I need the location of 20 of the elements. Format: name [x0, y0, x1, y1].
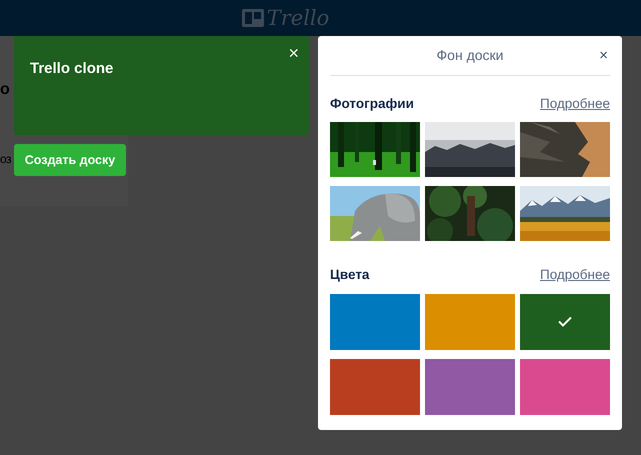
color-swatch[interactable]: [425, 358, 515, 414]
section-title: Цвета: [330, 266, 370, 284]
color-swatch[interactable]: [520, 294, 610, 350]
section-title: Фотографии: [330, 95, 414, 113]
color-swatch[interactable]: [520, 358, 610, 414]
close-button[interactable]: ×: [288, 44, 299, 62]
page-heading: о: [0, 80, 10, 100]
popover-title: Фон доски: [436, 46, 504, 65]
more-link[interactable]: Подробнее: [540, 94, 610, 114]
color-swatch[interactable]: [425, 294, 515, 350]
color-swatch[interactable]: [330, 294, 420, 350]
more-link[interactable]: Подробнее: [540, 265, 610, 286]
close-button[interactable]: ×: [599, 48, 608, 63]
color-swatch[interactable]: [330, 358, 420, 414]
checkmark-icon: [558, 316, 572, 327]
logo-text: Trello: [266, 8, 330, 28]
board-title: Trello clone: [30, 59, 114, 79]
logo-icon: [242, 9, 264, 27]
create-board-button[interactable]: Создать доску: [14, 144, 126, 176]
page-text: оз: [0, 151, 12, 168]
